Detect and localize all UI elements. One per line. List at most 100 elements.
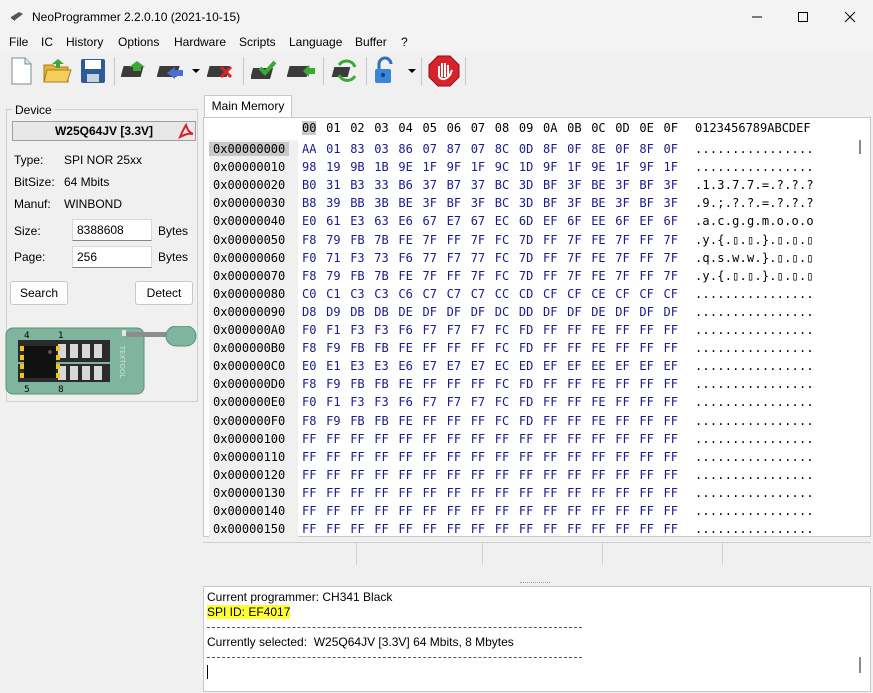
hex-byte[interactable]: FF	[471, 504, 485, 518]
hex-byte[interactable]: E6	[398, 359, 412, 373]
hex-byte[interactable]: DF	[447, 305, 461, 319]
hex-byte[interactable]: FF	[664, 414, 678, 428]
hex-byte[interactable]: CF	[543, 287, 557, 301]
hex-byte[interactable]: E3	[350, 214, 364, 228]
hex-byte[interactable]: FF	[664, 486, 678, 500]
hex-byte[interactable]: CF	[664, 287, 678, 301]
hex-byte[interactable]: FF	[664, 377, 678, 391]
hex-byte[interactable]: 0F	[567, 142, 581, 156]
hex-byte[interactable]: FF	[374, 468, 388, 482]
hex-byte[interactable]: FD	[519, 395, 533, 409]
hex-byte[interactable]: FF	[639, 504, 653, 518]
hex-byte[interactable]: FE	[591, 395, 605, 409]
hex-byte[interactable]: FF	[519, 468, 533, 482]
hex-byte[interactable]: FB	[350, 341, 364, 355]
hex-byte[interactable]: AA	[302, 142, 316, 156]
hex-byte[interactable]: 0F	[664, 142, 678, 156]
hex-byte[interactable]: FF	[519, 504, 533, 518]
hex-byte[interactable]: FF	[423, 522, 437, 536]
hex-byte[interactable]: 03	[374, 142, 388, 156]
hex-byte[interactable]: F3	[374, 395, 388, 409]
hex-byte[interactable]: 7D	[519, 251, 533, 265]
hex-byte[interactable]: F3	[350, 323, 364, 337]
hex-byte[interactable]: FF	[615, 414, 629, 428]
hex-byte[interactable]: FF	[350, 432, 364, 446]
hex-byte[interactable]: BF	[639, 196, 653, 210]
hex-byte[interactable]: 7F	[567, 269, 581, 283]
hex-byte[interactable]: F7	[447, 323, 461, 337]
save-button[interactable]	[77, 55, 109, 87]
hex-byte[interactable]: FF	[447, 414, 461, 428]
hex-editor[interactable]: 00 01 02 03 04 05 06 07 08 09 0A 0B 0C 0D 0E 0F 01234567…	[203, 117, 871, 538]
hex-byte[interactable]: DD	[519, 305, 533, 319]
menu-scripts[interactable]: Scripts	[239, 35, 276, 49]
hex-byte[interactable]: FF	[567, 414, 581, 428]
hex-byte[interactable]: FF	[591, 486, 605, 500]
hex-byte[interactable]: F1	[326, 395, 340, 409]
hex-byte[interactable]: C7	[447, 287, 461, 301]
hex-byte[interactable]: F0	[302, 323, 316, 337]
hex-byte[interactable]: 9F	[543, 160, 557, 174]
hex-scrollbar[interactable]	[859, 140, 861, 154]
hex-byte[interactable]: DF	[471, 305, 485, 319]
hex-byte[interactable]: FD	[519, 323, 533, 337]
hex-byte[interactable]: 3F	[471, 196, 485, 210]
hex-byte[interactable]: 9E	[398, 160, 412, 174]
hex-byte[interactable]: FF	[374, 450, 388, 464]
hex-byte[interactable]: FF	[447, 486, 461, 500]
hex-row[interactable]: 0x000000C0 E0 E1 E3 E3 E6 E7 E7 E7 EC ED EF EF EE EF EF…	[204, 357, 854, 375]
hex-byte[interactable]: F1	[326, 323, 340, 337]
hex-byte[interactable]: FE	[591, 269, 605, 283]
hex-byte[interactable]: FF	[639, 251, 653, 265]
hex-byte[interactable]: F8	[302, 341, 316, 355]
hex-byte[interactable]: FF	[423, 377, 437, 391]
hex-byte[interactable]: 3F	[567, 178, 581, 192]
hex-byte[interactable]: FC	[495, 323, 509, 337]
hex-byte[interactable]: DE	[591, 305, 605, 319]
menu-options[interactable]: Options	[118, 35, 159, 49]
hex-byte[interactable]: 8F	[543, 142, 557, 156]
hex-byte[interactable]: 71	[326, 251, 340, 265]
hex-byte[interactable]: FF	[567, 522, 581, 536]
hex-byte[interactable]: D8	[302, 305, 316, 319]
hex-byte[interactable]: FF	[302, 450, 316, 464]
hex-byte[interactable]: FF	[567, 486, 581, 500]
hex-byte[interactable]: C7	[471, 287, 485, 301]
hex-byte[interactable]: FF	[302, 504, 316, 518]
hex-byte[interactable]: FF	[302, 486, 316, 500]
hex-byte[interactable]: FF	[639, 486, 653, 500]
hex-byte[interactable]: FF	[567, 323, 581, 337]
hex-byte[interactable]: FF	[591, 450, 605, 464]
hex-byte[interactable]: FF	[664, 432, 678, 446]
hex-byte[interactable]: FF	[326, 432, 340, 446]
hex-byte[interactable]: FF	[615, 486, 629, 500]
hex-byte[interactable]: FF	[615, 450, 629, 464]
hex-byte[interactable]: FF	[639, 377, 653, 391]
hex-byte[interactable]: DC	[495, 305, 509, 319]
hex-byte[interactable]: FF	[543, 450, 557, 464]
hex-byte[interactable]: FF	[326, 504, 340, 518]
hex-byte[interactable]: FF	[519, 486, 533, 500]
hex-byte[interactable]: FE	[398, 233, 412, 247]
hex-row[interactable]: 0x00000010 98 19 9B 1B 9E 1F 9F 1F 9C 1D 9F 1F 9E 1F 9F…	[204, 158, 854, 176]
hex-byte[interactable]: FF	[639, 450, 653, 464]
maximize-button[interactable]	[780, 0, 826, 34]
hex-byte[interactable]: FF	[447, 468, 461, 482]
hex-byte[interactable]: EC	[495, 359, 509, 373]
hex-byte[interactable]: FF	[471, 522, 485, 536]
hex-byte[interactable]: CD	[519, 287, 533, 301]
hex-byte[interactable]: B8	[302, 196, 316, 210]
hex-byte[interactable]: 7B	[374, 269, 388, 283]
hex-byte[interactable]: E7	[447, 214, 461, 228]
hex-byte[interactable]: BC	[495, 178, 509, 192]
hex-row[interactable]: 0x00000120 FF FF FF FF FF FF FF FF FF FF FF FF FF FF FF…	[204, 466, 854, 484]
hex-byte[interactable]: EF	[639, 359, 653, 373]
hex-byte[interactable]: BC	[495, 196, 509, 210]
hex-byte[interactable]: FF	[543, 504, 557, 518]
hex-byte[interactable]: CF	[615, 287, 629, 301]
hex-row[interactable]: 0x00000150 FF FF FF FF FF FF FF FF FF FF FF FF FF FF FF…	[204, 520, 854, 538]
hex-byte[interactable]: FF	[664, 395, 678, 409]
hex-byte[interactable]: F3	[350, 395, 364, 409]
hex-byte[interactable]: 3D	[519, 196, 533, 210]
log-scrollbar[interactable]	[859, 657, 861, 673]
